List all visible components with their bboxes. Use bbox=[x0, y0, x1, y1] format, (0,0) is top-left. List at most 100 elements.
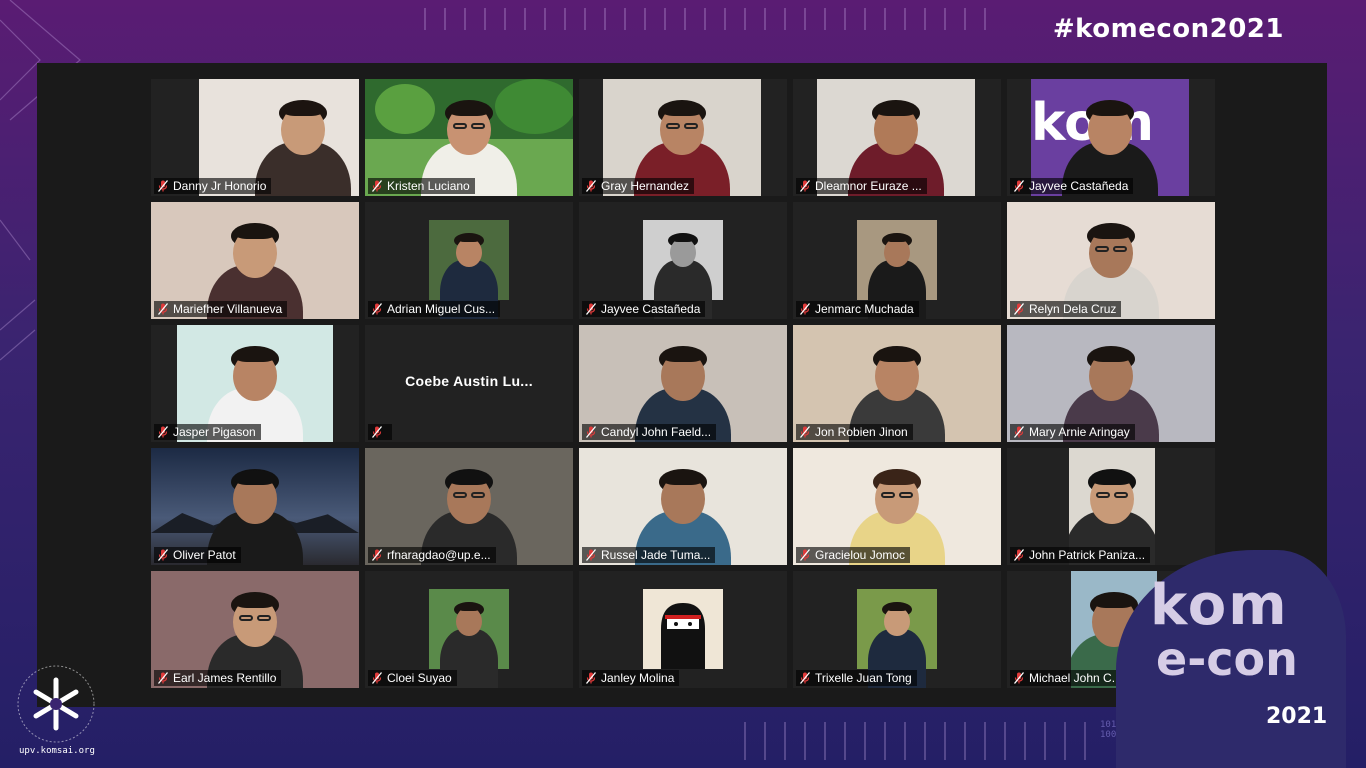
participant-name: Cloei Suyao bbox=[387, 671, 452, 685]
muted-mic-icon bbox=[1014, 180, 1024, 192]
participant-nameplate: Oliver Patot bbox=[154, 547, 241, 563]
participant-tile[interactable]: Dleamnor Euraze ... bbox=[793, 79, 1001, 196]
muted-mic-icon bbox=[158, 180, 168, 192]
event-hashtag: #komecon2021 bbox=[1052, 14, 1284, 44]
participant-profile-photo bbox=[857, 589, 937, 688]
participant-name: Danny Jr Honorio bbox=[173, 179, 267, 193]
participant-nameplate: Relyn Dela Cruz bbox=[1010, 301, 1122, 317]
muted-mic-icon bbox=[1014, 549, 1024, 561]
participant-nameplate: Adrian Miguel Cus... bbox=[368, 301, 501, 317]
muted-mic-icon bbox=[158, 303, 168, 315]
participant-profile-photo bbox=[857, 220, 937, 319]
participant-tile[interactable]: komJayvee Castañeda bbox=[1007, 79, 1215, 196]
participant-name: Jenmarc Muchada bbox=[815, 302, 914, 316]
participant-name: Jon Robien Jinon bbox=[815, 425, 908, 439]
participant-tile[interactable]: Mary Arnie Aringay bbox=[1007, 325, 1215, 442]
participant-tile[interactable]: rfnaragdao@up.e... bbox=[365, 448, 573, 565]
participant-name: Dleamnor Euraze ... bbox=[815, 179, 922, 193]
participant-tile[interactable]: Relyn Dela Cruz bbox=[1007, 202, 1215, 319]
event-logo-line2: e-con bbox=[1156, 632, 1298, 686]
participant-name: Relyn Dela Cruz bbox=[1029, 302, 1117, 316]
participant-nameplate: Mary Arnie Aringay bbox=[1010, 424, 1135, 440]
muted-mic-icon bbox=[800, 549, 810, 561]
participant-name: Candyl John Faeld... bbox=[601, 425, 712, 439]
muted-mic-icon bbox=[1014, 672, 1024, 684]
komsai-url: upv.komsai.org bbox=[19, 746, 95, 756]
muted-mic-icon bbox=[800, 426, 810, 438]
participant-tile[interactable]: Candyl John Faeld... bbox=[579, 325, 787, 442]
participant-profile-photo bbox=[429, 589, 509, 688]
participant-name: Mariefher Villanueva bbox=[173, 302, 283, 316]
muted-mic-icon bbox=[158, 672, 168, 684]
participant-nameplate: Dleamnor Euraze ... bbox=[796, 178, 927, 194]
participant-tile[interactable]: Oliver Patot bbox=[151, 448, 359, 565]
participant-nameplate: Michael John C... bbox=[1010, 670, 1127, 686]
participant-nameplate: Jenmarc Muchada bbox=[796, 301, 919, 317]
muted-mic-icon bbox=[158, 549, 168, 561]
participant-nameplate: Jasper Pigason bbox=[154, 424, 261, 440]
participant-big-name: Coebe Austin Lu... bbox=[405, 373, 533, 389]
participant-tile[interactable]: Janley Molina bbox=[579, 571, 787, 688]
event-logo: kom e-con bbox=[1150, 573, 1298, 686]
participant-tile[interactable]: Jayvee Castañeda bbox=[579, 202, 787, 319]
participant-tile[interactable]: Coebe Austin Lu... bbox=[365, 325, 573, 442]
participant-profile-photo bbox=[429, 220, 509, 319]
muted-mic-icon bbox=[586, 426, 596, 438]
muted-mic-icon bbox=[372, 180, 382, 192]
participant-nameplate: Jon Robien Jinon bbox=[796, 424, 913, 440]
muted-mic-icon bbox=[800, 180, 810, 192]
participant-nameplate: Mariefher Villanueva bbox=[154, 301, 288, 317]
participant-tile[interactable]: Jenmarc Muchada bbox=[793, 202, 1001, 319]
participant-nameplate: Trixelle Juan Tong bbox=[796, 670, 917, 686]
muted-mic-icon bbox=[1014, 426, 1024, 438]
participant-tile[interactable]: Gray Hernandez bbox=[579, 79, 787, 196]
participant-name: Gray Hernandez bbox=[601, 179, 690, 193]
participant-tile[interactable]: John Patrick Paniza... bbox=[1007, 448, 1215, 565]
participant-nameplate: Jayvee Castañeda bbox=[1010, 178, 1134, 194]
participant-profile-photo bbox=[643, 220, 723, 319]
participant-nameplate: Gracielou Jomoc bbox=[796, 547, 911, 563]
participant-nameplate: Gray Hernandez bbox=[582, 178, 695, 194]
participant-tile[interactable]: Jon Robien Jinon bbox=[793, 325, 1001, 442]
participant-nameplate: Candyl John Faeld... bbox=[582, 424, 717, 440]
participant-tile[interactable]: Cloei Suyao bbox=[365, 571, 573, 688]
participant-name: Oliver Patot bbox=[173, 548, 236, 562]
participant-nameplate: Cloei Suyao bbox=[368, 670, 457, 686]
participant-nameplate: Janley Molina bbox=[582, 670, 680, 686]
muted-mic-icon bbox=[372, 549, 382, 561]
muted-mic-icon bbox=[586, 303, 596, 315]
participant-name: Trixelle Juan Tong bbox=[815, 671, 912, 685]
participant-tile[interactable]: Russel Jade Tuma... bbox=[579, 448, 787, 565]
participant-nameplate: John Patrick Paniza... bbox=[1010, 547, 1151, 563]
participant-name: Jasper Pigason bbox=[173, 425, 256, 439]
participant-nameplate: Earl James Rentillo bbox=[154, 670, 282, 686]
participant-tile[interactable]: Kristen Luciano bbox=[365, 79, 573, 196]
participant-tile[interactable]: Jasper Pigason bbox=[151, 325, 359, 442]
muted-mic-icon bbox=[800, 672, 810, 684]
participant-name: Gracielou Jomoc bbox=[815, 548, 906, 562]
participant-tile[interactable]: Gracielou Jomoc bbox=[793, 448, 1001, 565]
participant-nameplate: Kristen Luciano bbox=[368, 178, 475, 194]
participant-tile[interactable]: Mariefher Villanueva bbox=[151, 202, 359, 319]
participant-tile[interactable]: Earl James Rentillo bbox=[151, 571, 359, 688]
participant-name: Earl James Rentillo bbox=[173, 671, 277, 685]
participant-name: Janley Molina bbox=[601, 671, 675, 685]
participant-name: rfnaragdao@up.e... bbox=[387, 548, 491, 562]
muted-mic-icon bbox=[372, 672, 382, 684]
participant-name: Adrian Miguel Cus... bbox=[387, 302, 496, 316]
participant-tile[interactable]: Trixelle Juan Tong bbox=[793, 571, 1001, 688]
muted-mic-icon bbox=[586, 180, 596, 192]
muted-mic-icon bbox=[586, 672, 596, 684]
komsai-logo-icon bbox=[17, 665, 95, 743]
participant-tile[interactable]: Danny Jr Honorio bbox=[151, 79, 359, 196]
event-logo-line1: kom bbox=[1150, 573, 1289, 638]
muted-mic-icon bbox=[372, 303, 382, 315]
participant-name: Michael John C... bbox=[1029, 671, 1122, 685]
participant-name: Mary Arnie Aringay bbox=[1029, 425, 1130, 439]
muted-mic-icon bbox=[1014, 303, 1024, 315]
participant-tile[interactable]: Adrian Miguel Cus... bbox=[365, 202, 573, 319]
participant-nameplate bbox=[368, 424, 392, 440]
muted-mic-icon bbox=[586, 549, 596, 561]
participant-nameplate: rfnaragdao@up.e... bbox=[368, 547, 496, 563]
participant-name: Russel Jade Tuma... bbox=[601, 548, 711, 562]
